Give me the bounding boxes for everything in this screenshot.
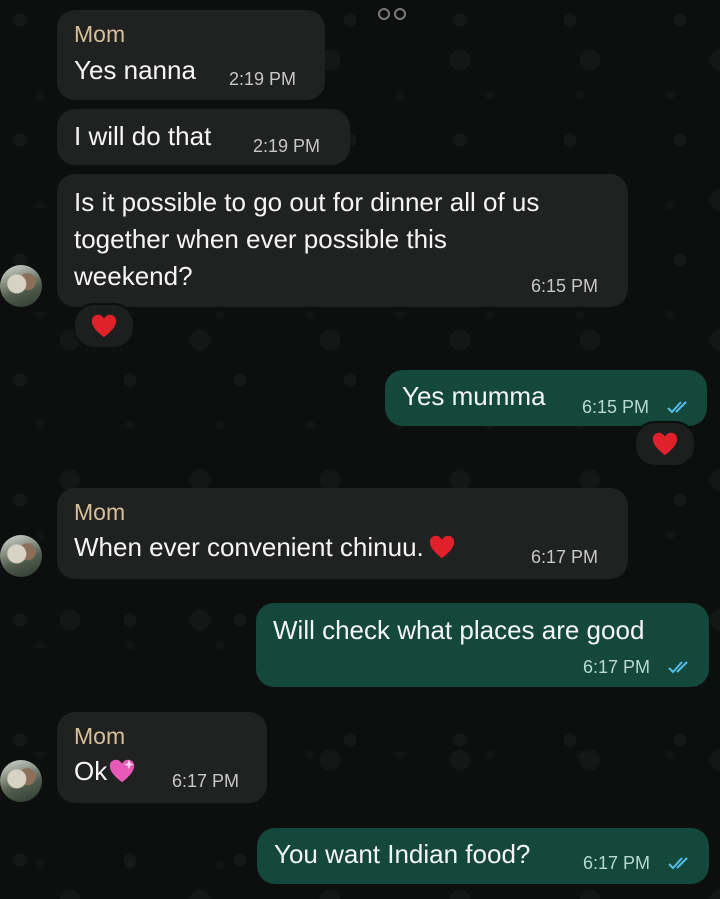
message-text: Will check what places are good [273,615,645,645]
message-text: Ok [74,752,136,790]
sender-name: Mom [74,21,126,47]
sparkling-heart-icon [110,759,135,783]
red-heart-icon [91,314,117,338]
message-text-line: weekend? [74,261,193,291]
message-text-content: Ok [74,756,108,786]
red-heart-icon [652,432,678,456]
message-time: 6:17 PM [531,547,599,567]
message-bubble-incoming[interactable]: Is it possible to go out for dinner all … [57,174,628,307]
avatar[interactable] [0,760,42,802]
message-text-line: Is it possible to go out for dinner all … [74,187,540,217]
message-bubble-incoming[interactable]: Mom Ok 6:17 PM [57,712,267,803]
avatar[interactable] [0,535,42,577]
message-text: Yes nanna [74,55,196,85]
message-bubble-incoming[interactable]: Mom When ever convenient chinuu. 6:17 PM [57,488,628,579]
message-time: 6:17 PM [583,853,651,873]
message-bubble-incoming[interactable]: I will do that 2:19 PM [57,109,350,165]
message-time: 6:15 PM [531,276,599,296]
reaction-badge[interactable] [634,421,696,467]
message-time: 6:17 PM [583,657,651,677]
message-bubble-outgoing[interactable]: Will check what places are good 6:17 PM [256,603,709,687]
message-text: When ever convenient chinuu. [74,528,456,566]
avatar[interactable] [0,265,42,307]
message-bubble-outgoing[interactable]: You want Indian food? 6:17 PM [257,828,709,884]
sender-name: Mom [74,499,126,525]
read-receipt-icon [667,401,687,414]
message-time: 2:19 PM [253,136,321,156]
message-time: 2:19 PM [229,69,297,89]
message-bubble-incoming[interactable]: Mom Yes nanna 2:19 PM [57,10,325,100]
message-text: I will do that [74,121,212,151]
message-text-content: When ever convenient chinuu. [74,532,424,562]
read-receipt-icon [668,857,688,870]
red-heart-icon [429,535,454,559]
message-text: You want Indian food? [274,839,531,869]
message-bubble-outgoing[interactable]: Yes mumma 6:15 PM [385,370,707,426]
reaction-badge[interactable] [73,303,135,349]
message-time: 6:17 PM [172,771,240,791]
message-text-line: together when ever possible this [74,224,447,254]
wallpaper-doodle-icon [378,8,406,20]
read-receipt-icon [668,661,688,674]
message-text: Yes mumma [402,381,546,411]
sender-name: Mom [74,723,126,749]
message-time: 6:15 PM [582,397,650,417]
